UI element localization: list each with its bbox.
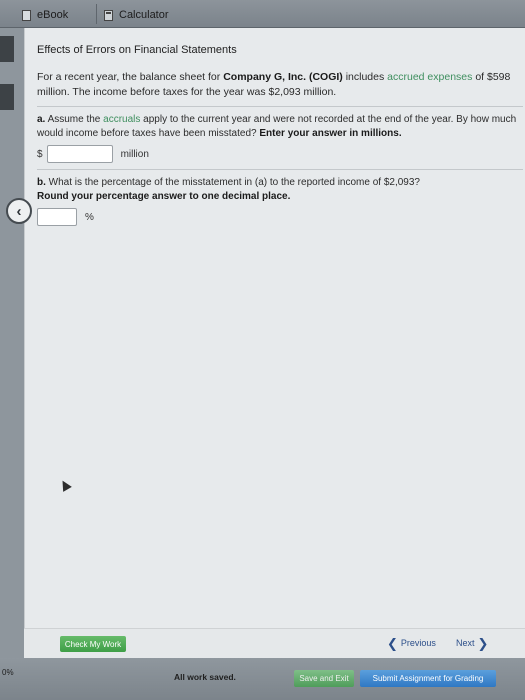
part-a-text: Assume the [45, 114, 104, 125]
calculator-icon [104, 9, 113, 21]
save-status: All work saved. [174, 672, 236, 682]
tab-ebook[interactable]: eBook [22, 6, 68, 24]
part-b-question: b. What is the percentage of the misstat… [37, 176, 523, 204]
part-b-instruction: Round your percentage answer to one deci… [37, 191, 291, 202]
ebook-icon [22, 9, 31, 21]
part-a-answer-row: $ million [37, 145, 523, 163]
part-a-answer-input[interactable] [46, 145, 113, 163]
part-a-unit: million [120, 148, 149, 160]
divider [37, 106, 523, 107]
problem-intro: For a recent year, the balance sheet for… [37, 70, 523, 100]
part-a-instruction: Enter your answer in millions. [259, 128, 402, 139]
top-tab-bar: eBook Calculator [0, 0, 525, 28]
next-label: Next [456, 638, 475, 648]
company-name: Company G, Inc. (COGI) [223, 71, 343, 83]
rail-marker [0, 84, 14, 110]
status-bar: 0% All work saved. Save and Exit Submit … [0, 658, 525, 700]
previous-label: Previous [400, 638, 436, 648]
part-b-label: b. [37, 177, 46, 188]
rail-marker [0, 36, 14, 62]
divider [37, 169, 523, 170]
chevron-right-icon: ❯ [477, 635, 489, 651]
tab-calculator[interactable]: Calculator [104, 6, 169, 24]
accruals-term: accruals [103, 114, 141, 125]
currency-symbol: $ [37, 148, 43, 160]
left-rail [0, 28, 24, 658]
question-panel: Effects of Errors on Financial Statement… [24, 28, 525, 640]
intro-text: includes [342, 71, 388, 83]
chevron-left-icon: ❮ [387, 635, 398, 651]
part-a-question: a. Assume the accruals apply to the curr… [37, 113, 523, 141]
percent-unit: % [85, 211, 94, 223]
chevron-left-icon: ‹ [16, 202, 22, 220]
save-and-exit-button[interactable]: Save and Exit [294, 670, 354, 687]
tab-calculator-label: Calculator [119, 9, 169, 21]
part-b-answer-row: % [37, 208, 523, 226]
page-title: Effects of Errors on Financial Statement… [37, 44, 237, 56]
part-b-answer-input[interactable] [37, 208, 77, 226]
progress-percent: 0% [2, 668, 14, 677]
tab-divider [96, 4, 97, 24]
accrued-expenses-term: accrued expenses [387, 71, 473, 83]
intro-text: For a recent year, the balance sheet for [37, 71, 224, 83]
navigation-bar: Check My Work ❮ Previous Next ❯ [24, 628, 525, 658]
check-my-work-button[interactable]: Check My Work [60, 636, 126, 652]
previous-button[interactable]: ❮ Previous [387, 635, 436, 651]
tab-ebook-label: eBook [37, 9, 69, 21]
next-button[interactable]: Next ❯ [456, 635, 489, 651]
part-b-text: What is the percentage of the misstateme… [45, 177, 420, 188]
submit-assignment-button[interactable]: Submit Assignment for Grading [360, 670, 496, 687]
previous-question-button[interactable]: ‹ [6, 198, 32, 224]
